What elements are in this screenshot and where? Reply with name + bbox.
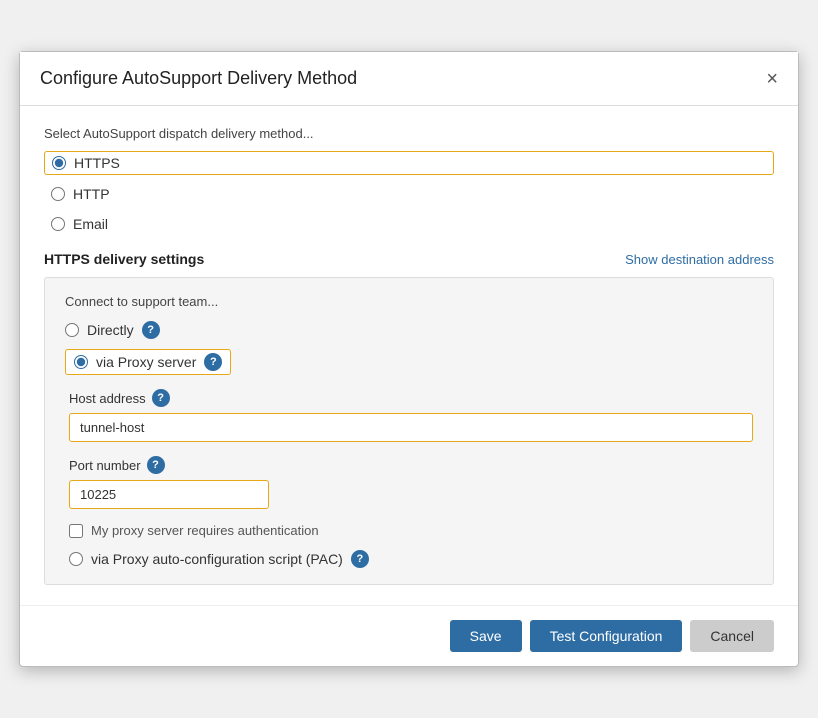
port-number-label-text: Port number bbox=[69, 458, 141, 473]
radio-email[interactable]: Email bbox=[44, 213, 774, 235]
proxy-auth-checkbox[interactable] bbox=[69, 524, 83, 538]
radio-proxy[interactable]: via Proxy server ? bbox=[65, 349, 753, 375]
show-destination-link[interactable]: Show destination address bbox=[625, 252, 774, 267]
cancel-button[interactable]: Cancel bbox=[690, 620, 774, 652]
directly-help-icon[interactable]: ? bbox=[142, 321, 160, 339]
configure-autosupport-dialog: Configure AutoSupport Delivery Method × … bbox=[19, 51, 799, 667]
host-address-help-icon[interactable]: ? bbox=[152, 389, 170, 407]
host-address-label: Host address ? bbox=[69, 389, 753, 407]
host-address-field: Host address ? bbox=[65, 389, 753, 442]
close-button[interactable]: × bbox=[766, 69, 778, 89]
dialog-title: Configure AutoSupport Delivery Method bbox=[40, 68, 357, 89]
dialog-body: Select AutoSupport dispatch delivery met… bbox=[20, 106, 798, 605]
radio-email-input[interactable] bbox=[51, 217, 65, 231]
radio-directly-label: Directly bbox=[87, 322, 134, 338]
radio-https-label: HTTPS bbox=[74, 155, 120, 171]
radio-http-input[interactable] bbox=[51, 187, 65, 201]
radio-https-input[interactable] bbox=[52, 156, 66, 170]
https-settings-title: HTTPS delivery settings bbox=[44, 251, 204, 267]
host-address-input[interactable] bbox=[69, 413, 753, 442]
connect-label: Connect to support team... bbox=[65, 294, 753, 309]
radio-email-label: Email bbox=[73, 216, 108, 232]
dialog-footer: Save Test Configuration Cancel bbox=[20, 605, 798, 666]
test-configuration-button[interactable]: Test Configuration bbox=[530, 620, 683, 652]
port-number-label: Port number ? bbox=[69, 456, 753, 474]
proxy-auth-checkbox-item[interactable]: My proxy server requires authentication bbox=[65, 523, 753, 538]
proxy-auth-label: My proxy server requires authentication bbox=[91, 523, 319, 538]
proxy-help-icon[interactable]: ? bbox=[204, 353, 222, 371]
pac-radio-input[interactable] bbox=[69, 552, 83, 566]
dispatch-radio-group: HTTPS HTTP Email bbox=[44, 151, 774, 235]
proxy-radio-selected-wrapper: via Proxy server ? bbox=[65, 349, 231, 375]
save-button[interactable]: Save bbox=[450, 620, 522, 652]
port-number-input[interactable] bbox=[69, 480, 269, 509]
radio-proxy-label: via Proxy server bbox=[96, 354, 196, 370]
radio-directly-input[interactable] bbox=[65, 323, 79, 337]
pac-radio-item[interactable]: via Proxy auto-configuration script (PAC… bbox=[65, 550, 753, 568]
radio-http[interactable]: HTTP bbox=[44, 183, 774, 205]
radio-proxy-input[interactable] bbox=[74, 355, 88, 369]
radio-http-label: HTTP bbox=[73, 186, 110, 202]
dispatch-label: Select AutoSupport dispatch delivery met… bbox=[44, 126, 774, 141]
radio-directly[interactable]: Directly ? bbox=[65, 321, 753, 339]
port-number-field: Port number ? bbox=[65, 456, 753, 509]
connect-radio-group: Directly ? via Proxy server ? bbox=[65, 321, 753, 375]
https-settings-panel: Connect to support team... Directly ? vi… bbox=[44, 277, 774, 585]
pac-radio-label: via Proxy auto-configuration script (PAC… bbox=[91, 551, 343, 567]
radio-https[interactable]: HTTPS bbox=[44, 151, 774, 175]
dialog-header: Configure AutoSupport Delivery Method × bbox=[20, 52, 798, 106]
https-settings-header: HTTPS delivery settings Show destination… bbox=[44, 251, 774, 267]
port-number-help-icon[interactable]: ? bbox=[147, 456, 165, 474]
host-address-label-text: Host address bbox=[69, 391, 146, 406]
pac-help-icon[interactable]: ? bbox=[351, 550, 369, 568]
